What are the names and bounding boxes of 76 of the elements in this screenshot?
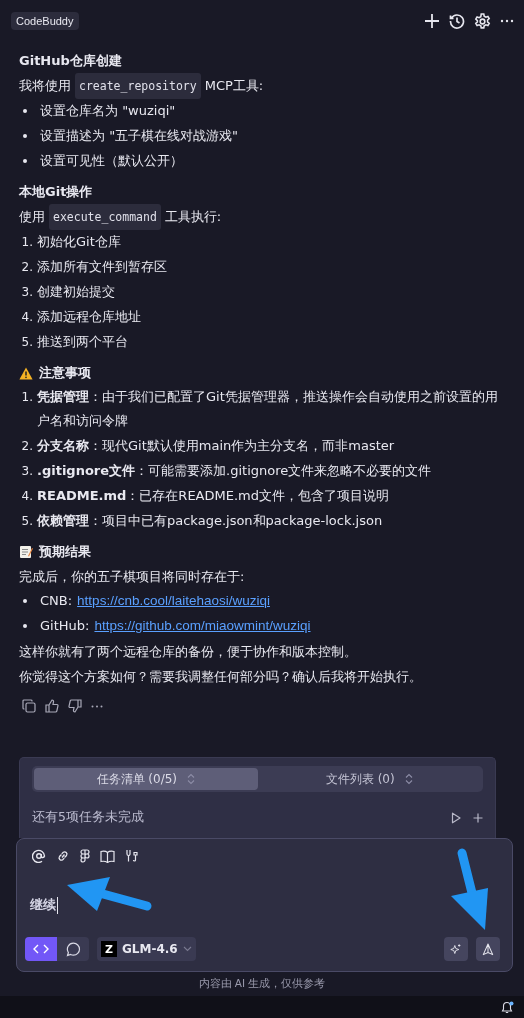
list-number: 1. — [20, 389, 33, 406]
list-item-text: .gitignore文件：可能需要添加.gitignore文件来忽略不必要的文件 — [37, 462, 432, 480]
app-name-badge: CodeBuddy — [11, 12, 79, 30]
list-item-text: 依赖管理：项目中已有package.json和package-lock.json — [37, 512, 383, 530]
new-chat-icon[interactable] — [424, 13, 440, 29]
play-icon[interactable] — [451, 811, 461, 824]
code-icon — [33, 944, 49, 954]
paragraph-text: 完成后，你的五子棋项目将同时存在于: — [19, 567, 245, 586]
book-icon[interactable] — [100, 849, 115, 863]
paragraph-text: 我将使用 — [19, 77, 71, 95]
list-number: 3. — [20, 284, 33, 301]
disclaimer-text: 内容由 AI 生成，仅供参考 — [197, 977, 327, 991]
list-number: 3. — [20, 463, 33, 480]
enhance-prompt-button[interactable] — [444, 937, 468, 961]
inline-code: create_repository — [75, 73, 201, 99]
model-logo: Z — [101, 941, 117, 957]
list-number: 1. — [20, 234, 33, 251]
model-selector[interactable]: Z GLM-4.6 — [97, 937, 196, 961]
memo-icon — [19, 545, 33, 559]
list-number: 2. — [20, 438, 33, 455]
link-icon[interactable] — [56, 849, 70, 863]
url-link[interactable]: https://cnb.cool/laitehaosi/wuziqi — [77, 589, 270, 613]
message-input-text[interactable]: 继续 — [30, 896, 56, 914]
list-item-text: 添加所有文件到暂存区 — [37, 258, 167, 276]
list-item-text: 初始化Git仓库 — [37, 233, 121, 251]
section-heading: GitHub仓库创建 — [19, 52, 122, 70]
code-mode-button[interactable] — [25, 937, 57, 961]
list-item-text: 分支名称：现代Git默认使用main作为主分支名，而非master — [37, 437, 395, 455]
list-number: 2. — [20, 259, 33, 276]
list-item-text: 凭据管理：由于我们已配置了Git凭据管理器，推送操作会自动使用之前设置的用户名和访问令牌 — [37, 388, 499, 430]
inline-code: execute_command — [49, 204, 161, 230]
link-label: CNB: — [40, 592, 73, 610]
paragraph-text: 你觉得这个方案如何？需要我调整任何部分吗？确认后我将开始执行。 — [19, 667, 422, 686]
paragraph-text: 这样你就有了两个远程仓库的备份，便于协作和版本控制。 — [19, 642, 357, 661]
bullet-item: 设置仓库名为 "wuziqi" — [40, 102, 176, 120]
list-number: 5. — [20, 513, 33, 530]
send-icon — [482, 941, 494, 957]
history-icon[interactable] — [449, 13, 465, 29]
section-heading: 本地Git操作 — [19, 183, 93, 201]
paragraph-text: 工具执行: — [164, 208, 222, 226]
list-item-text: 创建初始提交 — [37, 283, 115, 301]
link-label: GitHub: — [40, 617, 90, 635]
sort-icon — [187, 773, 195, 785]
list-number: 5. — [20, 334, 33, 351]
paragraph-text: MCP工具: — [204, 77, 264, 95]
section-heading: 预期结果 — [39, 543, 91, 561]
warning-icon — [19, 366, 33, 380]
list-item-text: 添加远程仓库地址 — [37, 308, 141, 326]
paragraph-text: 使用 — [19, 208, 45, 226]
section-heading: 注意事项 — [39, 364, 91, 382]
tools-icon[interactable] — [125, 849, 139, 863]
list-item-text: README.md：已存在README.md文件，包含了项目说明 — [37, 487, 389, 505]
bullet-item: 设置描述为 "五子棋在线对战游戏" — [40, 127, 239, 145]
list-item-text: 推送到两个平台 — [37, 333, 128, 351]
more-icon[interactable] — [500, 19, 514, 23]
sort-icon — [404, 773, 413, 785]
chevron-down-icon — [182, 946, 192, 952]
list-number: 4. — [20, 488, 33, 505]
notification-bell-icon[interactable] — [501, 1000, 514, 1014]
at-sign-icon[interactable] — [32, 849, 46, 863]
list-number: 4. — [20, 309, 33, 326]
thumbs-up-icon[interactable] — [45, 699, 59, 713]
copy-icon[interactable] — [22, 699, 36, 713]
panel-tab[interactable]: 任务清单 (0/5) — [34, 768, 258, 790]
task-status-text: 还有5项任务未完成 — [32, 809, 145, 826]
panel-tab[interactable]: 文件列表 (0) — [257, 768, 481, 790]
settings-icon[interactable] — [474, 12, 491, 30]
sparkle-icon — [450, 941, 462, 957]
add-icon[interactable] — [473, 812, 483, 823]
chat-bubble-icon — [65, 941, 81, 957]
bullet-item: 设置可见性（默认公开） — [40, 152, 183, 170]
chat-input-box[interactable]: 继续 Z GLM-4.6 — [16, 838, 513, 972]
more-icon[interactable] — [91, 704, 103, 708]
url-link[interactable]: https://github.com/miaowmint/wuziqi — [94, 614, 311, 638]
thumbs-down-icon[interactable] — [68, 699, 82, 713]
send-button[interactable] — [476, 937, 500, 961]
